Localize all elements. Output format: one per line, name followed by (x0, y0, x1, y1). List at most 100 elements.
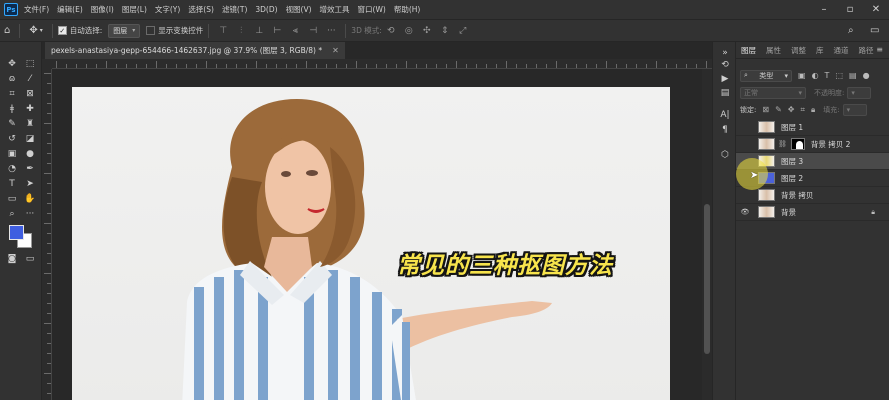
blur-tool-icon[interactable]: ● (22, 147, 38, 161)
healing-brush-icon[interactable]: ✚ (22, 102, 38, 116)
3d-slide-icon[interactable]: ⇕ (438, 25, 452, 37)
tab-adjustments[interactable]: 调整 (786, 45, 811, 56)
menu-type[interactable]: 文字(Y) (155, 4, 180, 15)
dodge-tool-icon[interactable]: ◔ (4, 162, 20, 176)
lock-all-icon[interactable]: 🔒︎ (811, 105, 815, 115)
filter-toggle-icon[interactable]: ● (863, 71, 870, 80)
eye-icon[interactable]: 👁︎ (740, 208, 750, 216)
menu-select[interactable]: 选择(S) (188, 4, 214, 15)
opacity-input[interactable]: ▾ (847, 86, 872, 99)
vertical-scrollbar[interactable] (702, 69, 712, 400)
move-tool-icon[interactable]: ✥ (4, 57, 20, 71)
lock-artboard-icon[interactable]: ⌗ (800, 105, 805, 115)
menu-file[interactable]: 文件(F) (24, 4, 49, 15)
menu-window[interactable]: 窗口(W) (358, 4, 386, 15)
maximize-icon[interactable]: ▫ (837, 4, 863, 15)
chain-link-icon[interactable]: ⛓ (778, 140, 787, 148)
menu-layer[interactable]: 图层(L) (122, 4, 147, 15)
history-icon[interactable]: ⟲ (717, 58, 733, 72)
document-canvas[interactable]: 常见的三种抠图方法 (72, 87, 670, 400)
3d-cube-icon[interactable]: ⬡ (717, 148, 733, 162)
tab-channels[interactable]: 通道 (829, 45, 854, 56)
canvas-area[interactable]: 常见的三种抠图方法 (52, 69, 702, 400)
more-options-icon[interactable]: ··· (324, 25, 338, 37)
align-bottom-icon[interactable]: ⊥ (252, 25, 266, 37)
layer-row[interactable]: 背景 拷贝 (736, 187, 889, 204)
scrollbar-thumb[interactable] (704, 204, 710, 354)
foreground-color-swatch[interactable] (9, 225, 24, 240)
blend-mode-dropdown[interactable]: 正常 ▾ (740, 86, 806, 99)
close-icon[interactable]: ✕ (863, 4, 889, 15)
filter-smart-object-icon[interactable]: ▤ (849, 71, 857, 80)
paragraph-icon[interactable]: ¶ (717, 123, 733, 137)
quick-mask-icon[interactable]: ◙ (4, 252, 20, 266)
marquee-tool-icon[interactable]: ⬚ (22, 57, 38, 71)
brush-tool-icon[interactable]: ✎ (4, 117, 20, 131)
lock-position-icon[interactable]: ✥ (788, 105, 795, 114)
eraser-tool-icon[interactable]: ◪ (22, 132, 38, 146)
filter-shape-icon[interactable]: ⬚ (835, 71, 843, 80)
history-brush-icon[interactable]: ↺ (4, 132, 20, 146)
tab-paths[interactable]: 路径 (854, 45, 879, 56)
path-select-icon[interactable]: ➤ (22, 177, 38, 191)
menu-3d[interactable]: 3D(D) (255, 5, 277, 14)
align-hcenter-icon[interactable]: ⫷ (288, 25, 302, 37)
align-vcenter-icon[interactable]: ⫶ (234, 25, 248, 37)
crop-tool-icon[interactable]: ⌗ (4, 87, 20, 101)
3d-orbit-icon[interactable]: ⟲ (384, 25, 398, 37)
menu-help[interactable]: 帮助(H) (394, 4, 421, 15)
type-tool-icon[interactable]: T (4, 177, 20, 191)
show-transform-checkbox[interactable] (146, 26, 156, 35)
play-action-icon[interactable]: ▶ (717, 72, 733, 86)
menu-edit[interactable]: 编辑(E) (57, 4, 83, 15)
lock-transparent-icon[interactable]: ⊠ (762, 105, 769, 114)
minimize-icon[interactable]: – (811, 4, 837, 15)
workspace-icon[interactable]: ▭ (870, 25, 879, 36)
move-tool-icon[interactable]: ✥ (29, 25, 37, 36)
hand-tool-icon[interactable]: ✋ (22, 192, 38, 206)
align-left-icon[interactable]: ⊢ (270, 25, 284, 37)
filter-adjustment-icon[interactable]: ◐ (812, 71, 819, 80)
3d-roll-icon[interactable]: ◎ (402, 25, 416, 37)
character-icon[interactable]: A| (717, 108, 733, 122)
tab-libraries[interactable]: 库 (811, 45, 829, 56)
zoom-tool-icon[interactable]: ⌕ (4, 207, 20, 221)
auto-select-target-dropdown[interactable]: 图层 ▾ (108, 23, 141, 38)
gradient-tool-icon[interactable]: ▣ (4, 147, 20, 161)
menu-filter[interactable]: 滤镜(T) (222, 4, 247, 15)
lasso-tool-icon[interactable]: ɷ (4, 72, 20, 86)
eyedropper-icon[interactable]: ǂ (4, 102, 20, 116)
magic-wand-icon[interactable]: ⁄ (22, 72, 38, 86)
pen-tool-icon[interactable]: ✒ (22, 162, 38, 176)
filter-pixel-icon[interactable]: ▣ (798, 71, 806, 80)
frame-tool-icon[interactable]: ⊠ (22, 87, 38, 101)
clone-stamp-icon[interactable]: ♜ (22, 117, 38, 131)
auto-select-checkbox[interactable]: ✓ (57, 26, 67, 35)
close-icon[interactable]: ✕ (332, 46, 339, 55)
3d-scale-icon[interactable]: ⤢ (456, 25, 470, 37)
layer-row[interactable]: 图层 1 (736, 119, 889, 136)
3d-drag-icon[interactable]: ✣ (420, 25, 434, 37)
lock-pixels-icon[interactable]: ✎ (775, 105, 782, 114)
menu-image[interactable]: 图像(I) (91, 4, 114, 15)
comments-icon[interactable]: ▤ (717, 86, 733, 100)
menu-plugins[interactable]: 增效工具 (320, 4, 350, 15)
layer-row[interactable]: ⛓ 背景 拷贝 2 (736, 136, 889, 153)
tab-properties[interactable]: 属性 (761, 45, 786, 56)
more-tools-icon[interactable]: ··· (22, 207, 38, 221)
search-icon[interactable]: ⌕ (848, 25, 854, 36)
screen-mode-icon[interactable]: ▭ (22, 252, 38, 266)
filter-kind-dropdown[interactable]: ⌕ 类型 ▾ (740, 69, 792, 82)
tab-layers[interactable]: 图层 (736, 45, 761, 56)
home-icon[interactable]: ⌂ (4, 25, 10, 36)
menu-view[interactable]: 视图(V) (286, 4, 312, 15)
layer-mask-thumbnail[interactable] (790, 138, 805, 150)
panel-menu-icon[interactable]: ≡ (876, 45, 883, 54)
align-right-icon[interactable]: ⊣ (306, 25, 320, 37)
align-top-icon[interactable]: ⊤ (216, 25, 230, 37)
filter-type-icon[interactable]: T (825, 71, 830, 80)
fill-input[interactable]: ▾ (842, 103, 867, 116)
document-tab[interactable]: pexels-anastasiya-gepp-654466-1462637.jp… (45, 42, 345, 59)
chevron-down-icon[interactable]: ▾ (40, 27, 43, 34)
layer-row[interactable]: 👁︎ 背景 🔒︎ (736, 204, 889, 221)
